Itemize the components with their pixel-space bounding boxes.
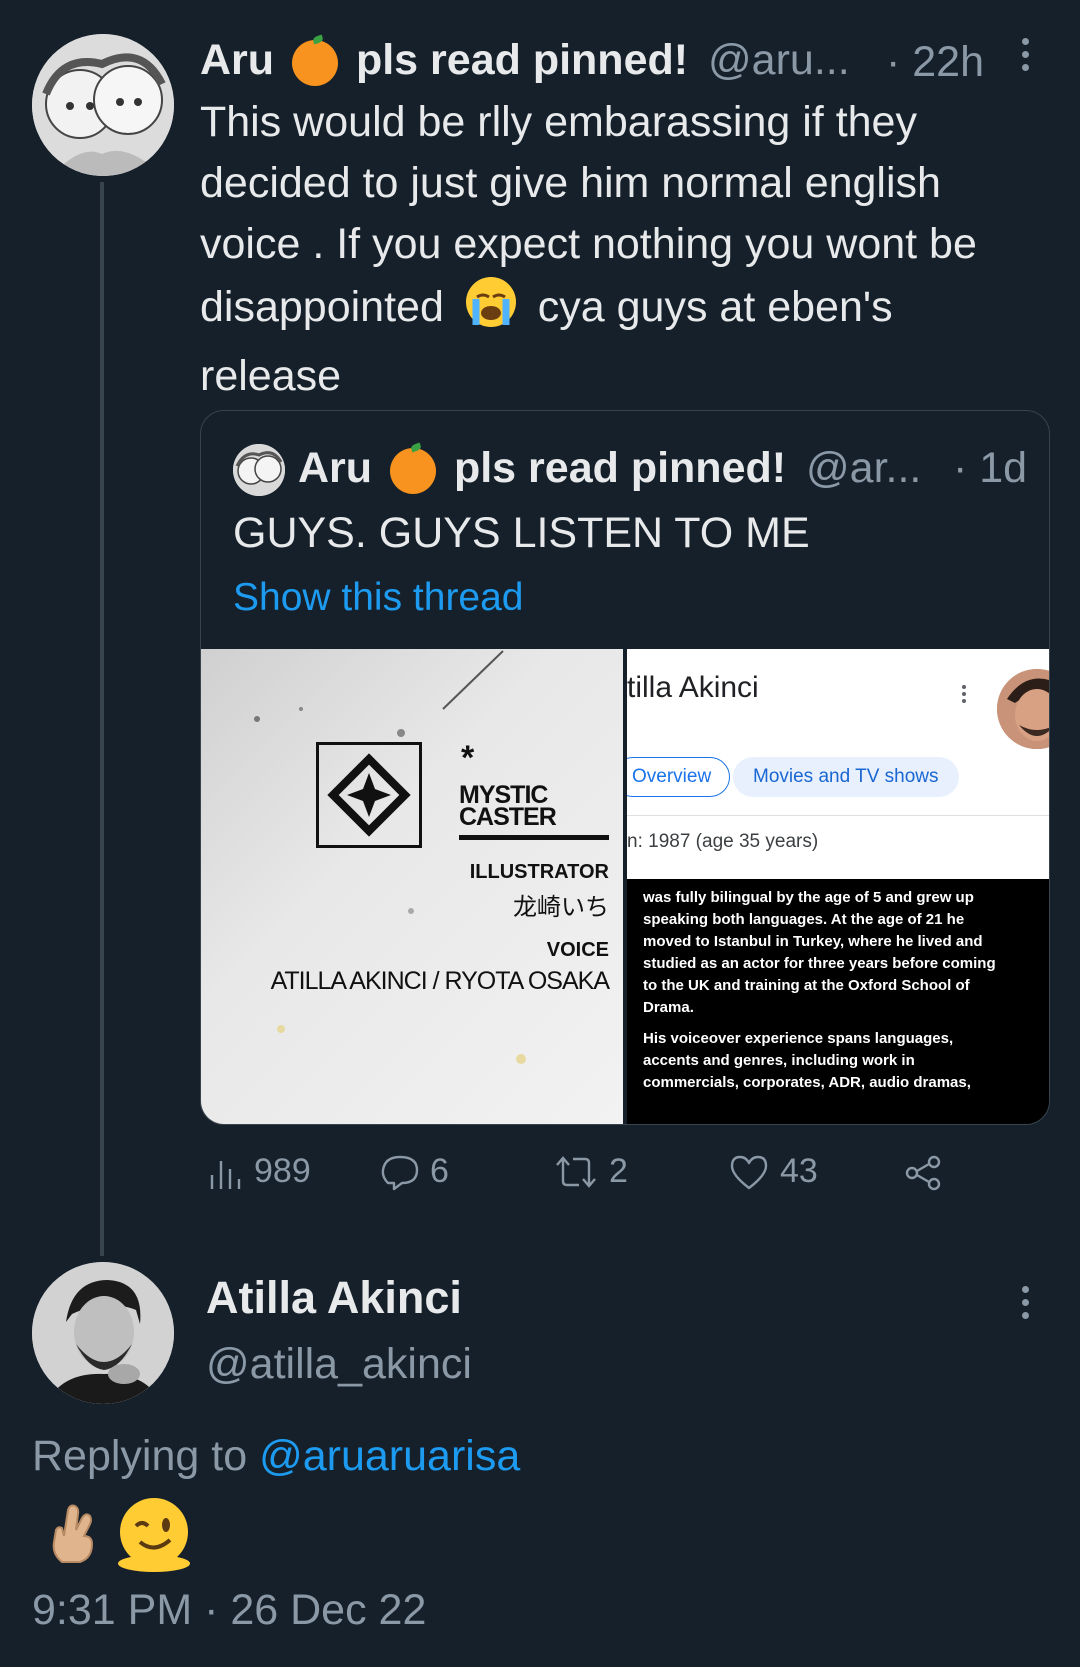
search-card: tilla Akinci Overview Movies and TV show…: [627, 649, 1049, 879]
bio-line: moved to Istanbul in Turkey, where he li…: [643, 933, 983, 950]
quoted-tweet-time: · 1d: [953, 444, 1028, 492]
crossed-fingers-emoji-icon: [46, 1502, 102, 1571]
bio-line: accents and genres, including work in: [643, 1052, 915, 1069]
more-vert-icon: [962, 685, 968, 703]
more-options-icon[interactable]: [1018, 38, 1032, 78]
orange-emoji-icon: [390, 447, 437, 494]
quoted-tweet-header: Aru pls read pinned! @ar...: [298, 444, 921, 494]
reply-more-options-icon[interactable]: [1018, 1286, 1032, 1326]
star-mark-icon: *: [461, 739, 475, 777]
show-thread-link[interactable]: Show this thread: [233, 576, 524, 620]
chip-movies: Movies and TV shows: [733, 757, 959, 797]
quoted-media-left[interactable]: * MYSTIC CASTER ILLUSTRATOR 龙崎いち VOICE A…: [201, 649, 623, 1124]
winking-face-emoji-icon: [118, 1498, 190, 1572]
tweet-text-line: disappointed cya guys at eben's: [200, 275, 1060, 346]
reply-author-handle[interactable]: @atilla_akinci: [206, 1340, 472, 1389]
retweet-button[interactable]: 2: [553, 1152, 628, 1191]
tweet-text-segment: disappointed: [200, 283, 444, 331]
reply-count: 6: [430, 1152, 449, 1190]
tweet-actions: 989 6 2 43: [208, 1152, 968, 1202]
reply-button[interactable]: 6: [380, 1152, 449, 1191]
brand-line: CASTER: [459, 803, 557, 831]
search-born: n: 1987 (age 35 years): [627, 831, 819, 852]
share-icon: [905, 1155, 941, 1191]
quoted-author-name: Aru: [298, 444, 373, 492]
author-handle[interactable]: @aru...: [708, 36, 850, 84]
chip-overview: Overview: [627, 757, 731, 797]
quoted-author-avatar: [233, 444, 285, 496]
illustrator-label: ILLUSTRATOR: [469, 861, 609, 883]
mystic-caster-logo-icon: [316, 742, 422, 848]
share-button[interactable]: [904, 1154, 944, 1192]
tweet-text-line: voice . If you expect nothing you wont b…: [200, 220, 977, 268]
tweet-time[interactable]: · 22h: [886, 38, 984, 87]
bio-text: was fully bilingual by the age of 5 and …: [643, 887, 1043, 1094]
retweet-count: 2: [609, 1152, 628, 1190]
voice-names: ATILLA AKINCI / RYOTA OSAKA: [270, 967, 610, 995]
avatar-illustration: [32, 34, 174, 176]
quoted-media-right[interactable]: tilla Akinci Overview Movies and TV show…: [627, 649, 1049, 1124]
views-count: 989: [254, 1152, 311, 1190]
tweet-text-line: This would be rlly embarassing if they: [200, 98, 917, 146]
bio-line: studied as an actor for three years befo…: [643, 955, 996, 972]
search-divider: [627, 815, 1049, 816]
bio-line: to the UK and training at the Oxford Sch…: [643, 977, 970, 994]
views-button[interactable]: 989: [208, 1152, 311, 1191]
brand-underline: [459, 835, 609, 840]
bio-line: His voiceover experience spans languages…: [643, 1030, 954, 1047]
heart-icon: [730, 1155, 768, 1189]
illustrator-name: 龙崎いち: [513, 894, 609, 921]
search-person-photo: [997, 669, 1049, 749]
voice-label: VOICE: [546, 939, 609, 961]
quoted-author-name-suffix: pls read pinned!: [453, 444, 787, 492]
bio-line: commercials, corporates, ADR, audio dram…: [643, 1074, 971, 1091]
reply-author-avatar[interactable]: [32, 1262, 174, 1404]
author-name[interactable]: Aru: [200, 36, 274, 84]
bio-line: was fully bilingual by the age of 5 and …: [643, 889, 974, 906]
orange-emoji-icon: [292, 39, 339, 86]
avatar-photo: [32, 1262, 174, 1404]
replying-to-handle[interactable]: @aruaruarisa: [259, 1432, 520, 1480]
brand-name: MYSTIC CASTER: [459, 783, 557, 831]
like-button[interactable]: 43: [728, 1152, 818, 1191]
reply-timestamp[interactable]: 9:31 PM · 26 Dec 22: [32, 1586, 426, 1635]
search-person-name: tilla Akinci: [627, 671, 759, 704]
retweet-icon: [556, 1155, 596, 1188]
quoted-author-handle: @ar...: [806, 444, 922, 492]
bar-chart-icon: [210, 1160, 241, 1189]
reply-author-name[interactable]: Atilla Akinci: [206, 1272, 462, 1324]
crying-face-emoji-icon: [464, 275, 518, 346]
bio-line: Drama.: [643, 999, 694, 1016]
tweet-text-line: release: [200, 352, 342, 400]
tweet-text: This would be rlly embarassing if they d…: [200, 92, 1060, 407]
tweet-text-line: decided to just give him normal english: [200, 159, 941, 207]
tweet-text-segment: cya guys at eben's: [537, 283, 893, 331]
author-avatar[interactable]: [32, 34, 174, 176]
replying-to: Replying to @aruaruarisa: [32, 1432, 520, 1481]
quoted-tweet-card[interactable]: Aru pls read pinned! @ar... · 1d GUYS. G…: [200, 410, 1050, 1125]
speech-bubble-icon: [381, 1155, 419, 1190]
replying-to-prefix: Replying to: [32, 1432, 248, 1480]
reply-text: [46, 1496, 190, 1572]
like-count: 43: [780, 1152, 818, 1190]
author-name-suffix[interactable]: pls read pinned!: [356, 36, 688, 84]
bio-line: speaking both languages. At the age of 2…: [643, 911, 965, 928]
quoted-tweet-text: GUYS. GUYS LISTEN TO ME: [233, 509, 810, 557]
thread-line: [100, 182, 104, 1256]
